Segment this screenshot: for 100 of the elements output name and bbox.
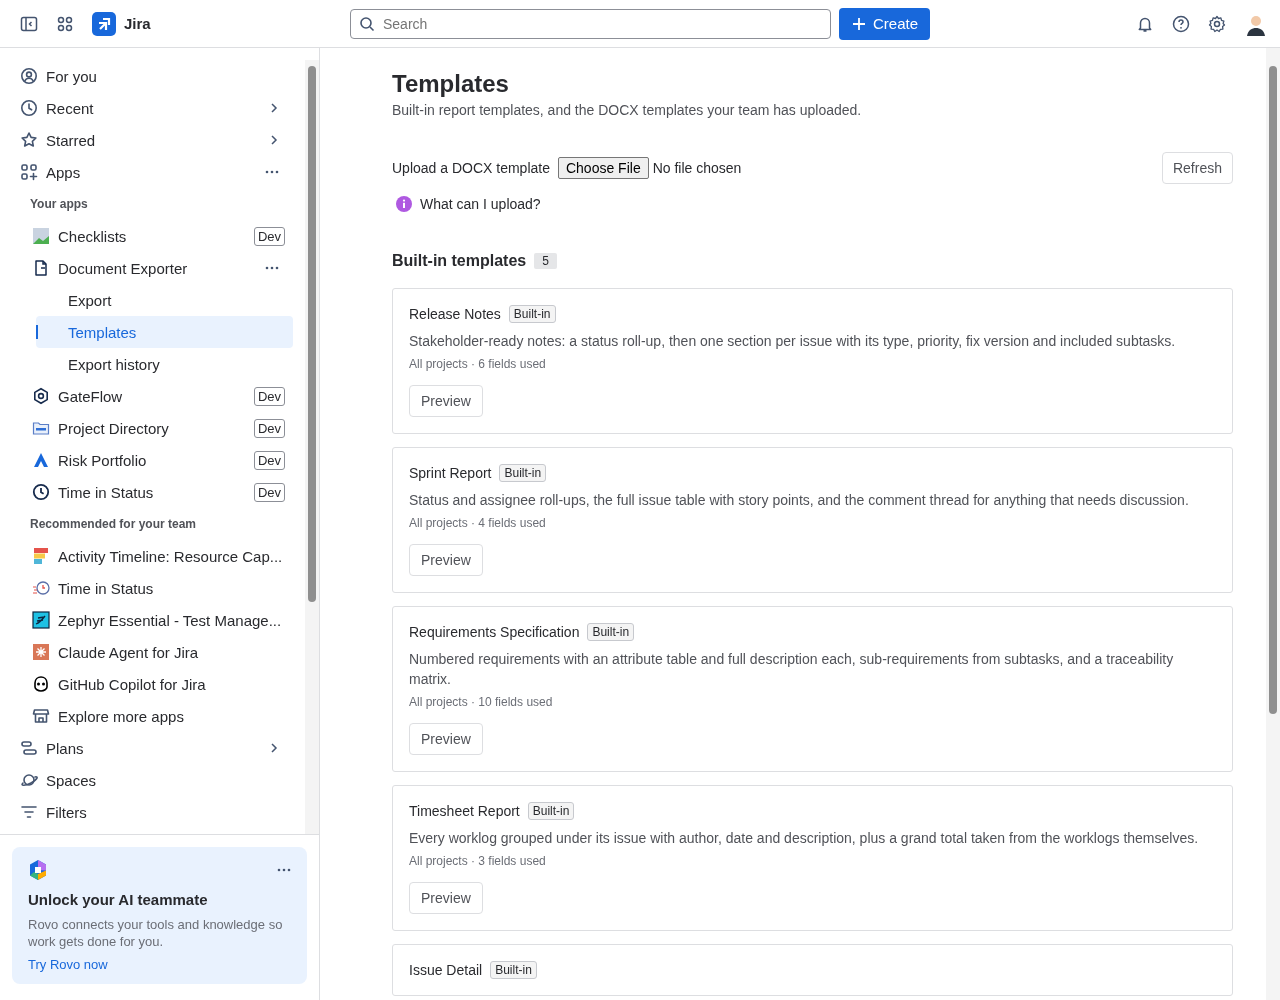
stopwatch-icon — [32, 579, 50, 597]
template-description: Stakeholder-ready notes: a status roll-up, then one section per issue with its type, priority, fix version and included subtasks. — [409, 332, 1177, 351]
mountain-icon — [32, 451, 50, 469]
sidebar-item[interactable]: Spaces — [12, 764, 293, 796]
section-heading: Recommended for your team — [29, 516, 198, 533]
dev-badge: Dev — [253, 418, 285, 438]
hexagon-logo-icon — [28, 859, 48, 881]
count-badge: 5 — [534, 253, 557, 269]
sidebar-item[interactable]: Filters — [12, 796, 293, 828]
sidebar-item[interactable]: Checklists Dev — [24, 220, 293, 252]
folder-icon — [32, 419, 50, 437]
more-options-icon[interactable] — [265, 266, 279, 270]
sidebar-item[interactable]: GitHub Copilot for Jira — [24, 668, 293, 700]
sidebar-item[interactable]: Project Directory Dev — [24, 412, 293, 444]
template-title: Sprint Report — [409, 465, 492, 481]
try-link[interactable]: Try Rovo now — [28, 957, 108, 972]
sidebar-item[interactable]: GateFlow Dev — [24, 380, 293, 412]
plus-icon — [851, 15, 867, 32]
apps-grid-icon — [20, 163, 38, 181]
sidebar-item[interactable]: Activity Timeline: Resource Cap... — [24, 540, 293, 572]
built-in-tag: Built-in — [527, 802, 575, 820]
scrollbar[interactable] — [1266, 48, 1280, 1000]
upload-label: Upload a DOCX template — [392, 160, 550, 176]
template-meta: All projects · 4 fields used — [409, 516, 547, 530]
template-meta: All projects · 6 fields used — [409, 357, 547, 371]
built-in-tag: Built-in — [499, 464, 547, 482]
help-icon[interactable] — [1172, 14, 1190, 33]
template-description: Numbered requirements with an attribute table and full description each, sub-requirements from subtasks, and a traceability matrix. — [409, 650, 1175, 689]
sidebar-item[interactable]: Document Exporter — [24, 252, 293, 284]
sidebar-item[interactable]: Claude Agent for Jira — [24, 636, 293, 668]
search-icon — [359, 15, 375, 32]
star-icon — [20, 131, 38, 149]
file-status: No file chosen — [652, 160, 742, 176]
info-icon — [396, 196, 412, 212]
feather-tile-icon — [32, 611, 50, 629]
scrollbar[interactable] — [305, 60, 319, 834]
dev-badge: Dev — [253, 226, 285, 246]
choose-file-button[interactable]: Choose File — [557, 157, 649, 179]
built-in-tag: Built-in — [490, 961, 537, 979]
search-field[interactable]: Search — [350, 8, 831, 39]
app-switcher-icon[interactable] — [56, 14, 74, 33]
sidebar-item[interactable]: Recent — [12, 92, 293, 124]
chevron-right-icon[interactable] — [269, 134, 279, 146]
sidebar-item[interactable]: Plans — [12, 732, 293, 764]
search-input[interactable]: Search — [381, 14, 822, 33]
more-options-icon[interactable] — [265, 170, 279, 174]
preview-button[interactable]: Preview — [409, 723, 483, 755]
sidebar-item[interactable]: Starred — [12, 124, 293, 156]
robot-head-icon — [32, 675, 50, 693]
dev-badge: Dev — [253, 450, 285, 470]
template-title: Release Notes — [409, 306, 501, 322]
sidebar-item[interactable]: Export history — [36, 348, 293, 380]
sidebar-item[interactable]: Explore more apps — [24, 700, 293, 732]
sidebar-item[interactable]: Apps — [12, 156, 293, 188]
dev-badge: Dev — [253, 482, 285, 502]
preview-button[interactable]: Preview — [409, 544, 483, 576]
page-subtitle: Built-in report templates, and the DOCX templates your team has uploaded. — [392, 102, 863, 118]
sidebar-item[interactable]: Export — [36, 284, 293, 316]
sidebar-item[interactable]: Templates — [36, 316, 293, 348]
template-meta: All projects · 10 fields used — [409, 695, 554, 709]
sidebar-item[interactable]: Risk Portfolio Dev — [24, 444, 293, 476]
person-circle-icon — [20, 67, 38, 85]
planet-icon — [20, 771, 38, 789]
template-title: Timesheet Report — [409, 803, 520, 819]
section-heading: Your apps — [29, 196, 89, 213]
sidebar-item[interactable]: Zephyr Essential - Test Manage... — [24, 604, 293, 636]
section-title: Built-in templates — [392, 252, 527, 270]
preview-button[interactable]: Preview — [409, 385, 483, 417]
stacked-bars-icon — [32, 547, 50, 565]
built-in-tag: Built-in — [587, 623, 635, 641]
template-title: Issue Detail — [409, 962, 483, 978]
plans-icon — [20, 739, 38, 757]
template-meta: All projects · 3 fields used — [409, 854, 547, 868]
product-name: Jira — [124, 15, 151, 32]
page-title: Templates — [392, 70, 510, 98]
sidebar-item[interactable]: For you — [12, 60, 293, 92]
starburst-tile-icon — [32, 643, 50, 661]
clock-icon — [32, 483, 50, 501]
chevron-right-icon[interactable] — [269, 102, 279, 114]
sidebar-item[interactable]: Time in Status — [24, 572, 293, 604]
promo-text: Rovo connects your tools and knowledge so work gets done for you. — [28, 916, 284, 950]
template-description: Every worklog grouped under its issue with author, date and description, plus a grand total taken from the worklogs themselves. — [409, 829, 1200, 848]
refresh-button[interactable]: Refresh — [1161, 152, 1233, 184]
clock-icon — [20, 99, 38, 117]
preview-button[interactable]: Preview — [409, 882, 483, 914]
store-icon — [32, 707, 50, 725]
sidebar-toggle-icon[interactable] — [20, 14, 38, 33]
more-options-icon[interactable] — [277, 868, 291, 872]
promo-title: Unlock your AI teammate — [28, 891, 209, 908]
built-in-tag: Built-in — [508, 305, 556, 323]
dev-badge: Dev — [253, 386, 285, 406]
settings-icon[interactable] — [1208, 14, 1226, 33]
template-description: Status and assignee roll-ups, the full issue table with story points, and the comment thread for anything that needs discussion. — [409, 491, 1190, 510]
template-title: Requirements Specification — [409, 624, 580, 640]
document-icon — [32, 259, 50, 277]
chevron-right-icon[interactable] — [269, 742, 279, 754]
filter-icon — [20, 803, 38, 821]
help-link[interactable]: What can I upload? — [420, 196, 541, 212]
sidebar-item[interactable]: Time in Status Dev — [24, 476, 293, 508]
create-button[interactable]: Create — [839, 7, 931, 40]
